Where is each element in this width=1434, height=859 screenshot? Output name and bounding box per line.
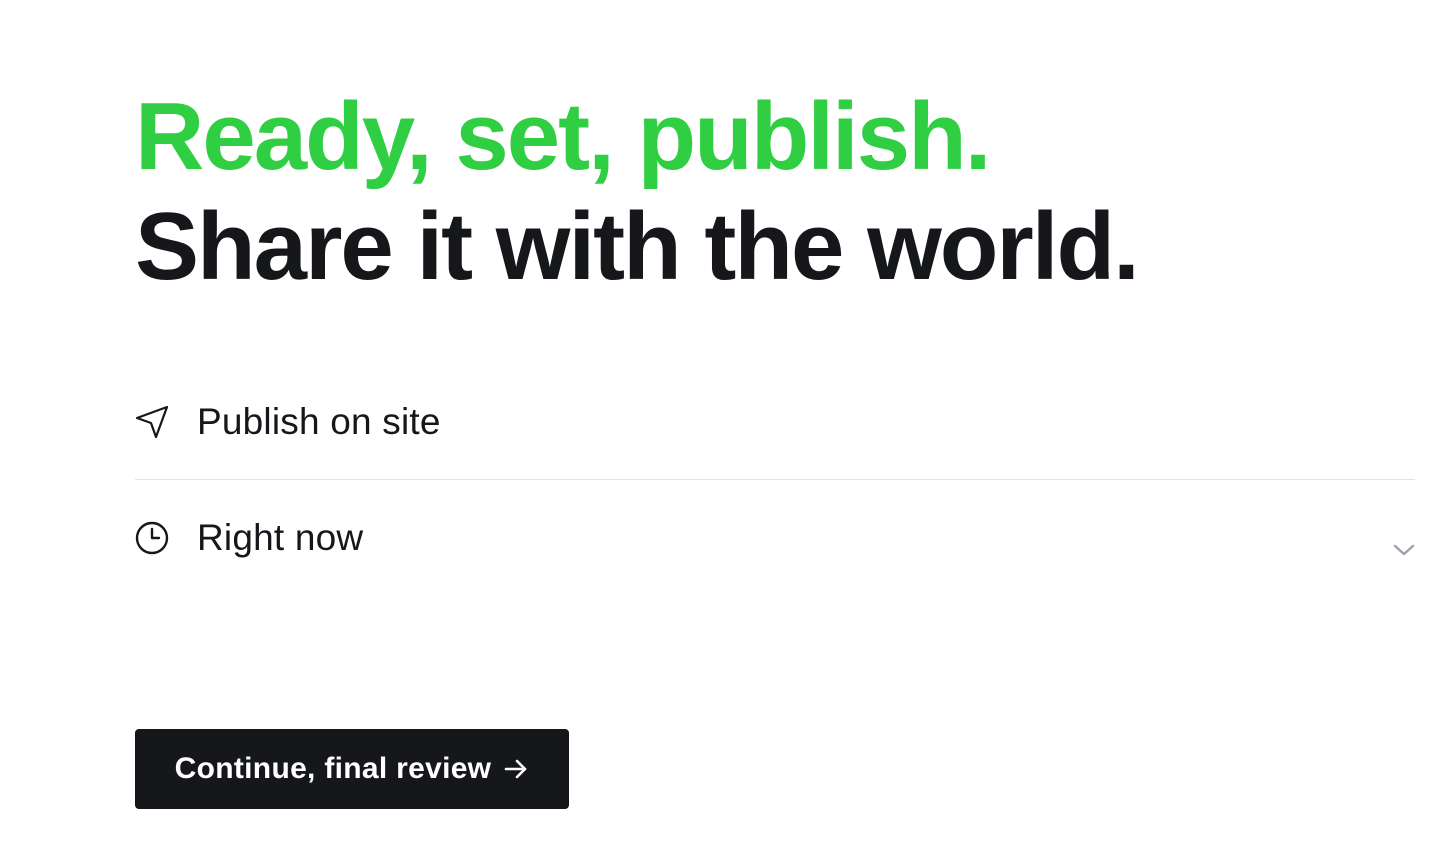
arrow-right-icon [503, 756, 529, 782]
publish-time-label: Right now [197, 516, 364, 558]
continue-final-review-button[interactable]: Continue, final review [135, 729, 569, 809]
publish-options: Publish on site Right now [135, 364, 1415, 595]
clock-icon [135, 521, 169, 555]
continue-button-label: Continue, final review [174, 752, 492, 785]
publish-destination-option[interactable]: Publish on site [135, 364, 1415, 480]
publish-time-option[interactable]: Right now [135, 480, 1415, 595]
headline-main-line: Share it with the world. [135, 193, 1140, 300]
publish-panel: Ready, set, publish. Share it with the w… [0, 0, 1434, 859]
headline-accent-line: Ready, set, publish. [135, 83, 991, 190]
chevron-down-icon[interactable] [1393, 539, 1415, 561]
send-icon [135, 405, 169, 439]
publish-destination-label: Publish on site [197, 400, 441, 442]
page-headline: Ready, set, publish. Share it with the w… [135, 82, 1140, 302]
